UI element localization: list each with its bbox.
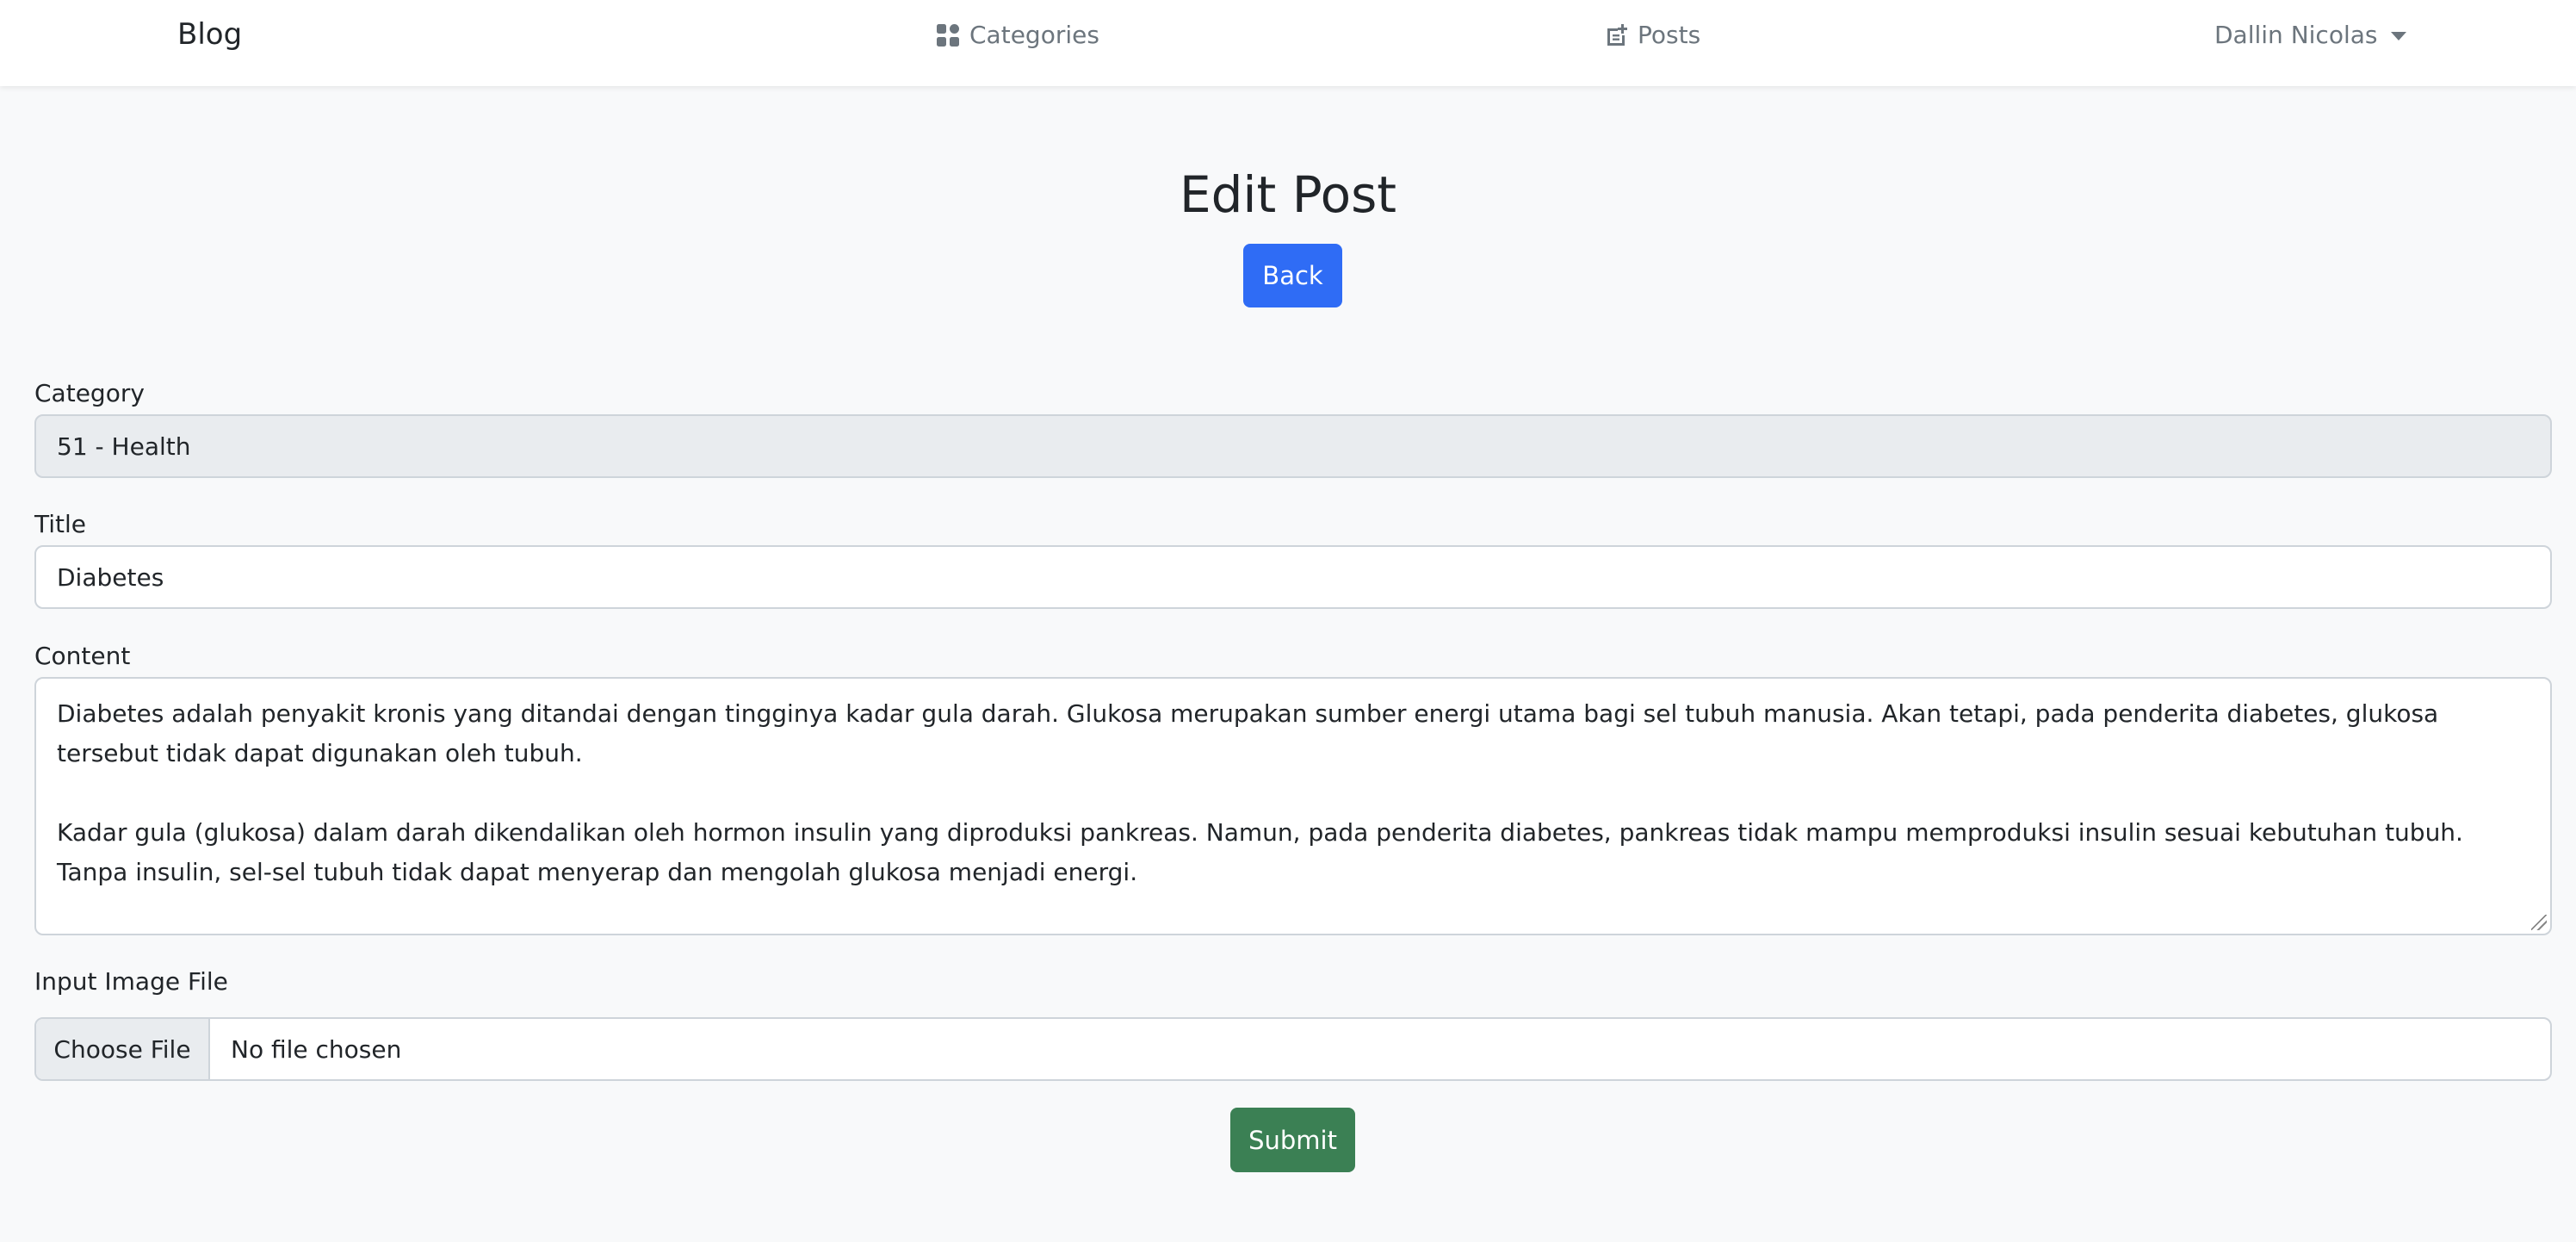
category-field[interactable]: 51 - Health xyxy=(34,414,2552,478)
image-file-label: Input Image File xyxy=(34,967,228,996)
brand-link[interactable]: Blog xyxy=(177,17,242,52)
file-status-text: No file chosen xyxy=(231,1034,402,1064)
title-label: Title xyxy=(34,510,87,538)
choose-file-button[interactable]: Choose File xyxy=(36,1019,210,1079)
chevron-down-icon xyxy=(2391,31,2407,40)
content-text: Diabetes adalah penyakit kronis yang dit… xyxy=(57,694,2530,892)
image-file-input[interactable]: Choose File No file chosen xyxy=(34,1017,2552,1081)
title-input[interactable]: Diabetes xyxy=(34,545,2552,609)
nav-item-posts[interactable]: Posts xyxy=(1603,21,1700,49)
category-label: Category xyxy=(34,379,145,407)
nav-categories-label: Categories xyxy=(969,21,1099,49)
content-label: Content xyxy=(34,642,131,670)
grid-icon xyxy=(935,22,961,48)
back-button[interactable]: Back xyxy=(1243,244,1342,307)
top-navbar: Blog Categories Posts Dallin Nicolas xyxy=(0,0,2576,86)
nav-item-categories[interactable]: Categories xyxy=(935,21,1099,49)
category-value: 51 - Health xyxy=(57,432,191,461)
content-textarea[interactable]: Diabetes adalah penyakit kronis yang dit… xyxy=(34,677,2552,935)
user-name: Dallin Nicolas xyxy=(2214,21,2378,49)
nav-posts-label: Posts xyxy=(1638,21,1701,49)
resize-handle-icon[interactable] xyxy=(2531,915,2547,930)
content-paragraph: Diabetes adalah penyakit kronis yang dit… xyxy=(57,699,2439,767)
submit-button[interactable]: Submit xyxy=(1230,1108,1355,1172)
content-paragraph: Kadar gula (glukosa) dalam darah dikenda… xyxy=(57,818,2463,886)
title-value: Diabetes xyxy=(57,562,164,592)
user-dropdown[interactable]: Dallin Nicolas xyxy=(2214,21,2407,49)
page-title: Edit Post xyxy=(1179,165,1397,224)
post-add-icon xyxy=(1603,22,1629,48)
